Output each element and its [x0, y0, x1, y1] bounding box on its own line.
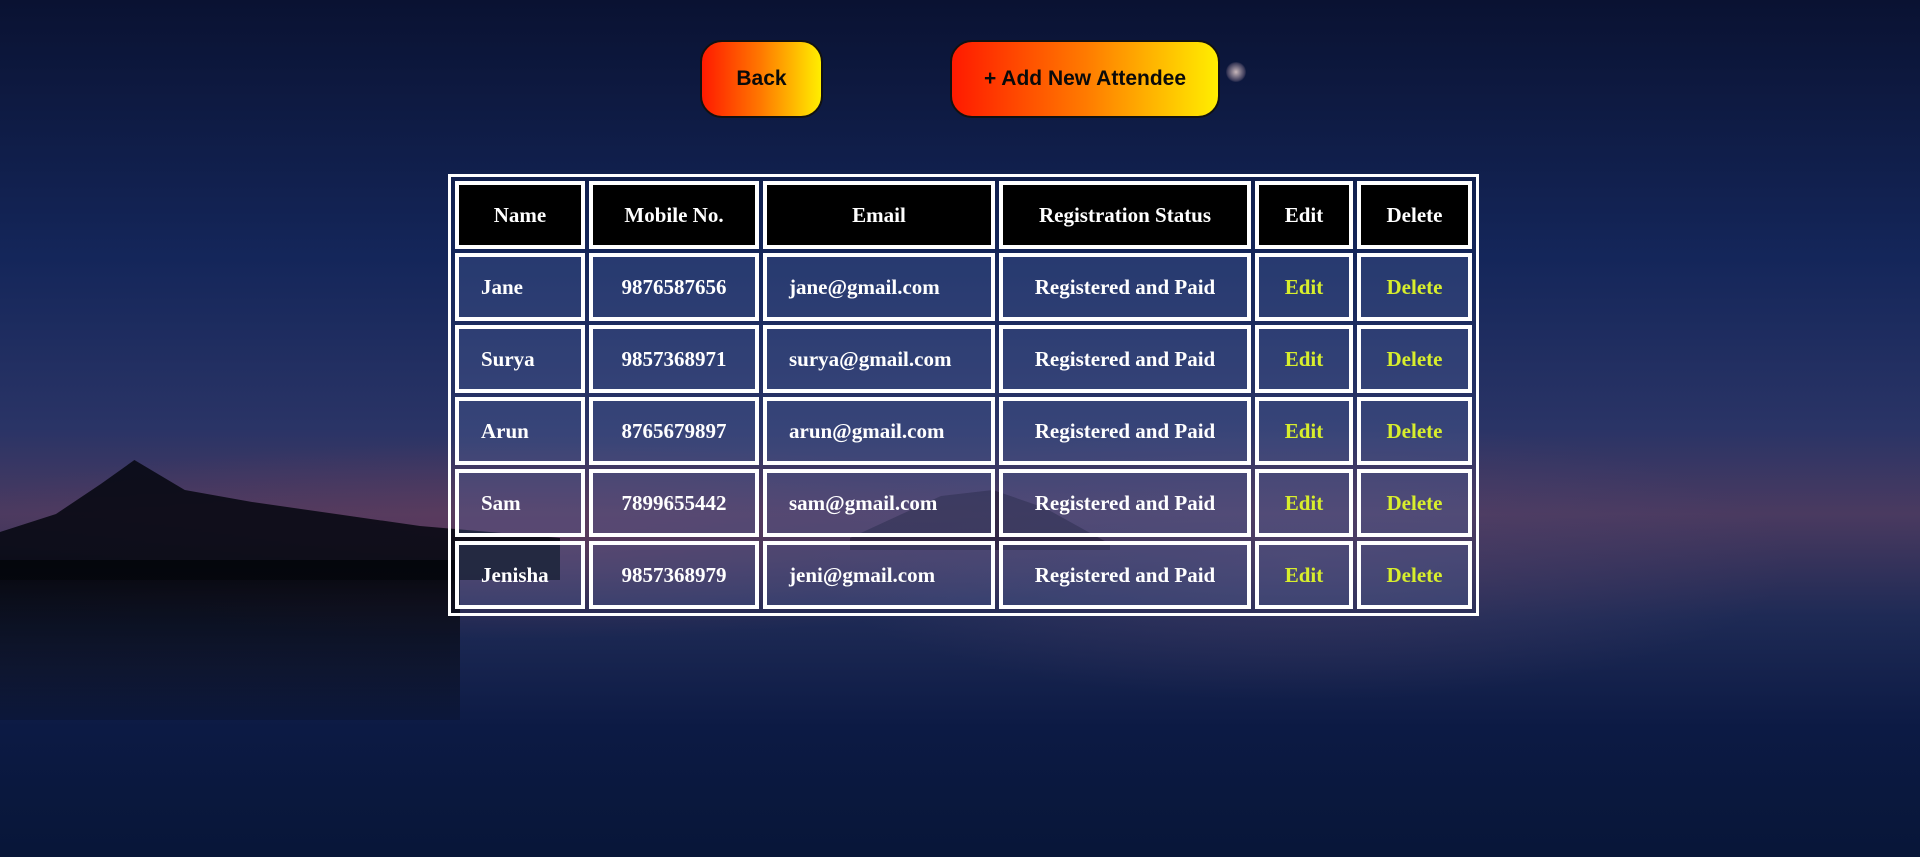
cell-status: Registered and Paid: [999, 397, 1251, 465]
header-edit: Edit: [1255, 181, 1353, 249]
add-new-attendee-button[interactable]: + Add New Attendee: [950, 40, 1220, 118]
cell-email: jane@gmail.com: [763, 253, 995, 321]
header-email: Email: [763, 181, 995, 249]
edit-link[interactable]: Edit: [1255, 325, 1353, 393]
table-row: Jane 9876587656 jane@gmail.com Registere…: [455, 253, 1472, 321]
cell-mobile: 7899655442: [589, 469, 759, 537]
cell-mobile: 9876587656: [589, 253, 759, 321]
table-row: Jenisha 9857368979 jeni@gmail.com Regist…: [455, 541, 1472, 609]
edit-link[interactable]: Edit: [1255, 469, 1353, 537]
table-row: Arun 8765679897 arun@gmail.com Registere…: [455, 397, 1472, 465]
cell-mobile: 9857368971: [589, 325, 759, 393]
cell-email: surya@gmail.com: [763, 325, 995, 393]
back-button[interactable]: Back: [700, 40, 823, 118]
cell-name: Sam: [455, 469, 585, 537]
cell-status: Registered and Paid: [999, 253, 1251, 321]
cell-mobile: 8765679897: [589, 397, 759, 465]
top-toolbar: Back + Add New Attendee: [0, 40, 1920, 122]
edit-link[interactable]: Edit: [1255, 541, 1353, 609]
cell-email: arun@gmail.com: [763, 397, 995, 465]
delete-link[interactable]: Delete: [1357, 397, 1472, 465]
cell-status: Registered and Paid: [999, 541, 1251, 609]
edit-link[interactable]: Edit: [1255, 397, 1353, 465]
delete-link[interactable]: Delete: [1357, 469, 1472, 537]
cell-name: Arun: [455, 397, 585, 465]
cell-name: Jenisha: [455, 541, 585, 609]
table-row: Sam 7899655442 sam@gmail.com Registered …: [455, 469, 1472, 537]
header-mobile: Mobile No.: [589, 181, 759, 249]
delete-link[interactable]: Delete: [1357, 541, 1472, 609]
cell-name: Jane: [455, 253, 585, 321]
header-registration-status: Registration Status: [999, 181, 1251, 249]
cell-status: Registered and Paid: [999, 325, 1251, 393]
table-header-row: Name Mobile No. Email Registration Statu…: [455, 181, 1472, 249]
cell-name: Surya: [455, 325, 585, 393]
delete-link[interactable]: Delete: [1357, 253, 1472, 321]
cell-mobile: 9857368979: [589, 541, 759, 609]
delete-link[interactable]: Delete: [1357, 325, 1472, 393]
edit-link[interactable]: Edit: [1255, 253, 1353, 321]
cell-email: jeni@gmail.com: [763, 541, 995, 609]
attendee-table-container: Name Mobile No. Email Registration Statu…: [448, 174, 1479, 616]
table-row: Surya 9857368971 surya@gmail.com Registe…: [455, 325, 1472, 393]
header-delete: Delete: [1357, 181, 1472, 249]
attendee-table: Name Mobile No. Email Registration Statu…: [448, 174, 1479, 616]
cell-status: Registered and Paid: [999, 469, 1251, 537]
shoreline-left: [0, 560, 460, 720]
header-name: Name: [455, 181, 585, 249]
cell-email: sam@gmail.com: [763, 469, 995, 537]
